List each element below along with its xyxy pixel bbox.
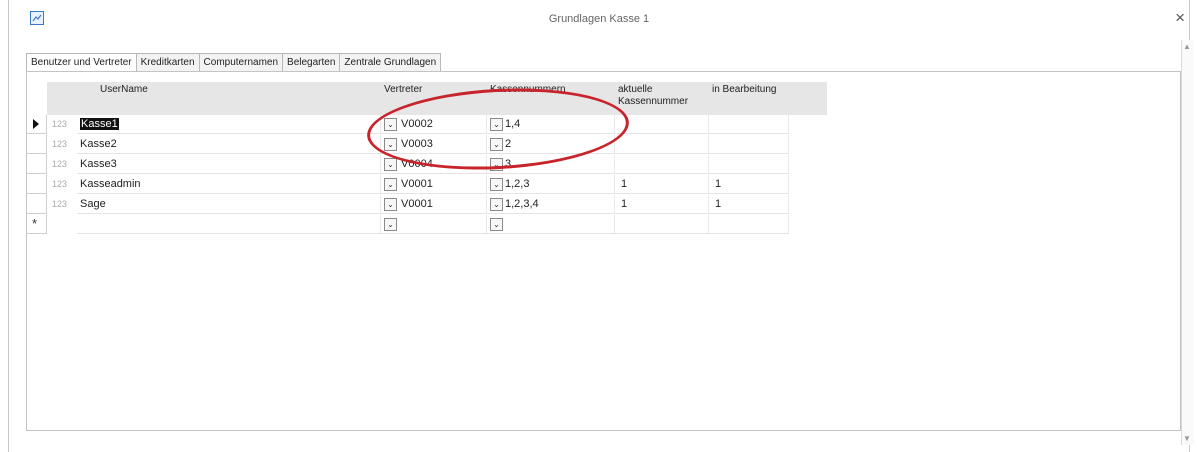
cell-kassennummern[interactable]: 1,2,3 bbox=[487, 175, 615, 194]
vertreter-dropdown-icon[interactable]: ⌄ bbox=[384, 178, 397, 191]
tab-panel: UserName Vertreter Kassennummern aktuell… bbox=[26, 71, 1181, 431]
cell-aktuelle-kassennummer[interactable]: 1 bbox=[615, 195, 709, 214]
cell-in-bearbeitung[interactable] bbox=[709, 155, 789, 174]
cell-username[interactable]: Kasseadmin bbox=[77, 175, 381, 194]
username-text: Kasse2 bbox=[80, 138, 117, 150]
tab-benutzer-und-vertreter[interactable]: Benutzer und Vertreter bbox=[26, 53, 137, 73]
column-header-username[interactable]: UserName bbox=[97, 82, 381, 115]
row-type-indicator: 123 bbox=[52, 199, 68, 209]
vertical-scrollbar[interactable]: ▲ ▼ bbox=[1181, 40, 1194, 445]
cell-in-bearbeitung[interactable] bbox=[709, 135, 789, 154]
cell-aktuelle-kassennummer[interactable] bbox=[615, 115, 709, 134]
dialog-window: Grundlagen Kasse 1 × Benutzer und Vertre… bbox=[8, 0, 1194, 452]
cell-aktuelle-kassennummer[interactable]: 1 bbox=[615, 175, 709, 194]
scroll-down-icon[interactable]: ▼ bbox=[1183, 434, 1191, 443]
cell-kassennummern[interactable] bbox=[487, 215, 615, 234]
current-row-arrow-icon bbox=[33, 119, 39, 129]
scroll-up-icon[interactable]: ▲ bbox=[1183, 42, 1191, 51]
vertreter-dropdown-icon[interactable]: ⌄ bbox=[384, 158, 397, 171]
username-text: Kasseadmin bbox=[80, 178, 141, 190]
cell-aktuelle-kassennummer[interactable] bbox=[615, 155, 709, 174]
username-text: Kasse1 bbox=[80, 118, 119, 130]
close-icon[interactable]: × bbox=[1175, 8, 1185, 28]
cell-username[interactable]: Kasse3 bbox=[77, 155, 381, 174]
header-corner bbox=[47, 82, 97, 115]
cell-in-bearbeitung[interactable]: 1 bbox=[709, 195, 789, 214]
cell-username[interactable]: Sage bbox=[77, 195, 381, 214]
row-selector[interactable] bbox=[27, 115, 47, 134]
row-type-indicator: 123 bbox=[52, 139, 68, 149]
row-selector[interactable] bbox=[27, 175, 47, 194]
tab-bar: Benutzer und Vertreter Kreditkarten Comp… bbox=[26, 53, 442, 73]
column-header-aktuelle-kassennummer[interactable]: aktuelle Kassennummer bbox=[615, 82, 709, 115]
cell-aktuelle-kassennummer[interactable] bbox=[615, 215, 709, 234]
new-row-star-icon: * bbox=[32, 216, 38, 231]
cell-username[interactable]: Kasse1 bbox=[77, 115, 381, 134]
tab-belegarten[interactable]: Belegarten bbox=[283, 53, 341, 72]
new-row-selector[interactable]: * bbox=[27, 215, 47, 234]
vertreter-dropdown-icon[interactable]: ⌄ bbox=[384, 218, 397, 231]
username-text: Sage bbox=[80, 198, 106, 210]
cell-in-bearbeitung[interactable] bbox=[709, 215, 789, 234]
tab-kreditkarten[interactable]: Kreditkarten bbox=[136, 53, 200, 72]
cell-username[interactable]: Kasse2 bbox=[77, 135, 381, 154]
row-type-indicator: 123 bbox=[52, 179, 68, 189]
tab-computernamen[interactable]: Computernamen bbox=[199, 53, 284, 72]
cell-in-bearbeitung[interactable] bbox=[709, 115, 789, 134]
cell-in-bearbeitung[interactable]: 1 bbox=[709, 175, 789, 194]
row-selector[interactable] bbox=[27, 155, 47, 174]
cell-username[interactable] bbox=[77, 215, 381, 234]
kassennummern-dropdown-icon[interactable]: ⌄ bbox=[490, 178, 503, 191]
kassennummern-dropdown-icon[interactable]: ⌄ bbox=[490, 218, 503, 231]
row-selector[interactable] bbox=[27, 135, 47, 154]
kassennummern-dropdown-icon[interactable]: ⌄ bbox=[490, 198, 503, 211]
row-selector[interactable] bbox=[27, 195, 47, 214]
tab-zentrale-grundlagen[interactable]: Zentrale Grundlagen bbox=[340, 53, 442, 72]
cell-aktuelle-kassennummer[interactable] bbox=[615, 135, 709, 154]
column-header-in-bearbeitung[interactable]: in Bearbeitung bbox=[709, 82, 827, 115]
title-bar: Grundlagen Kasse 1 × bbox=[9, 0, 1189, 40]
username-text: Kasse3 bbox=[80, 158, 117, 170]
row-type-indicator: 123 bbox=[52, 159, 68, 169]
vertreter-dropdown-icon[interactable]: ⌄ bbox=[384, 198, 397, 211]
row-type-indicator: 123 bbox=[52, 119, 68, 129]
cell-kassennummern[interactable]: 1,2,3,4 bbox=[487, 195, 615, 214]
window-title: Grundlagen Kasse 1 bbox=[548, 13, 650, 25]
